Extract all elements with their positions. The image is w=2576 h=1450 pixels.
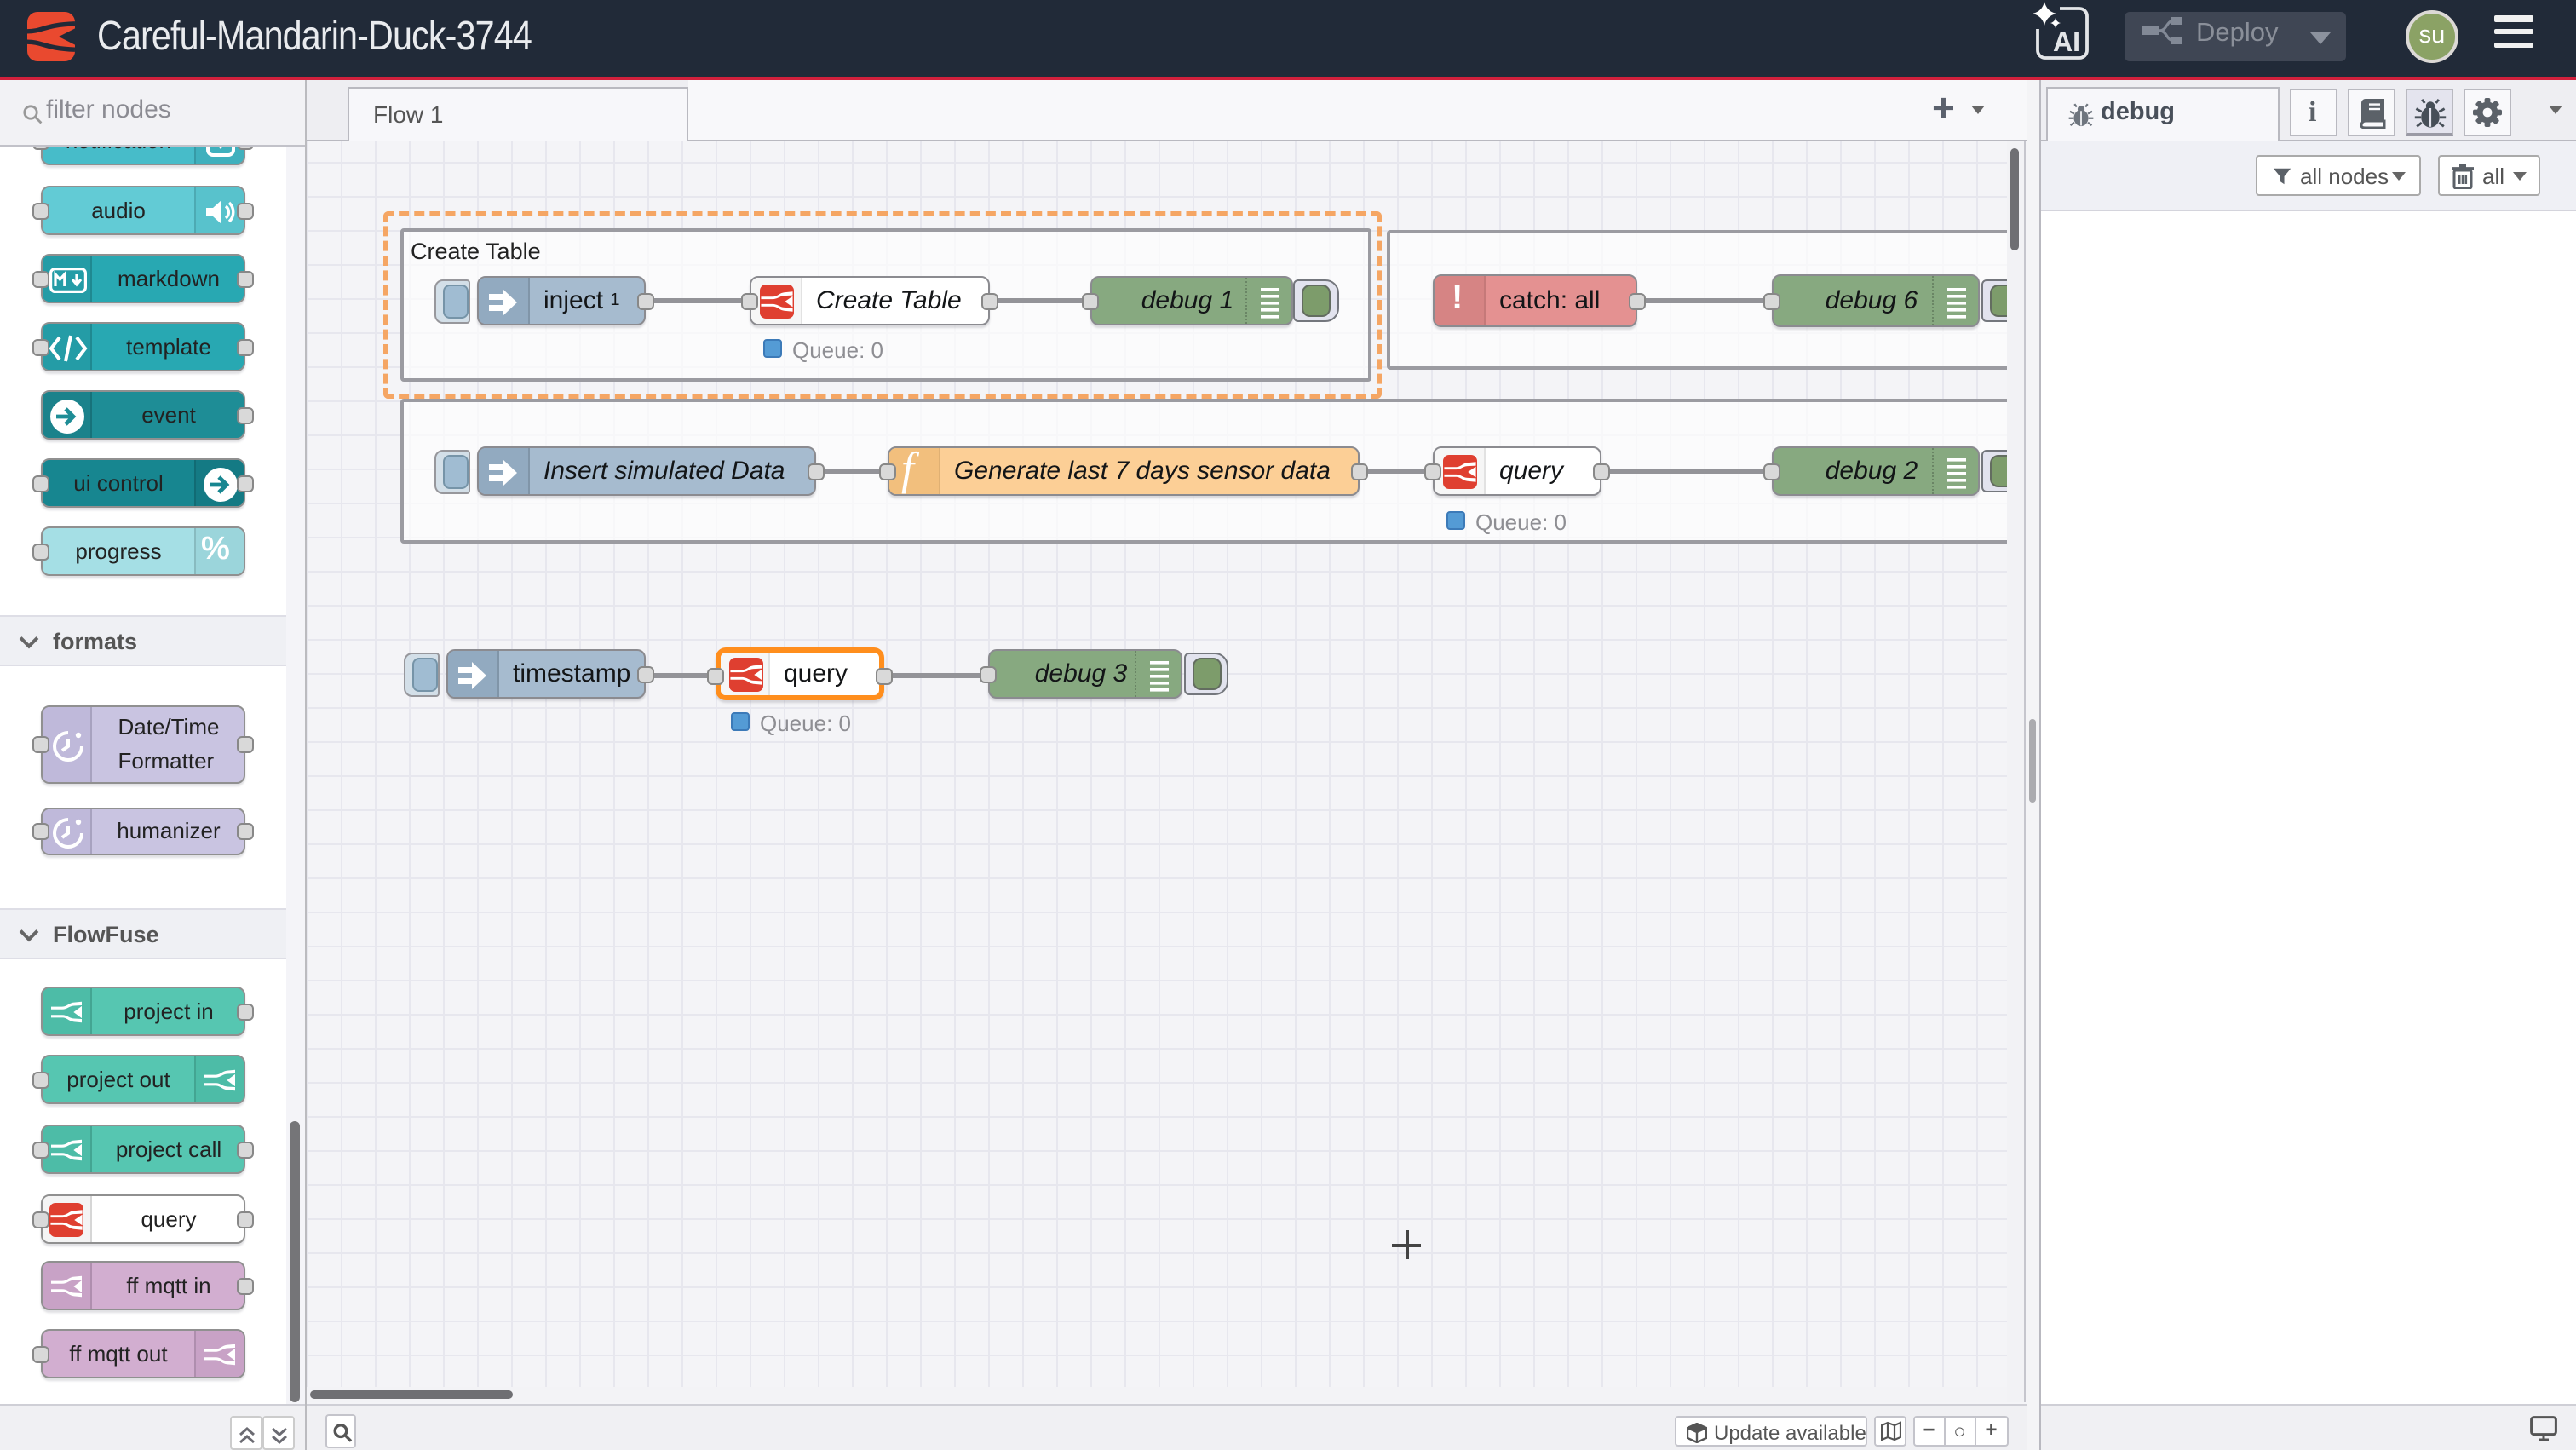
svg-text:AI: AI bbox=[2053, 26, 2080, 57]
